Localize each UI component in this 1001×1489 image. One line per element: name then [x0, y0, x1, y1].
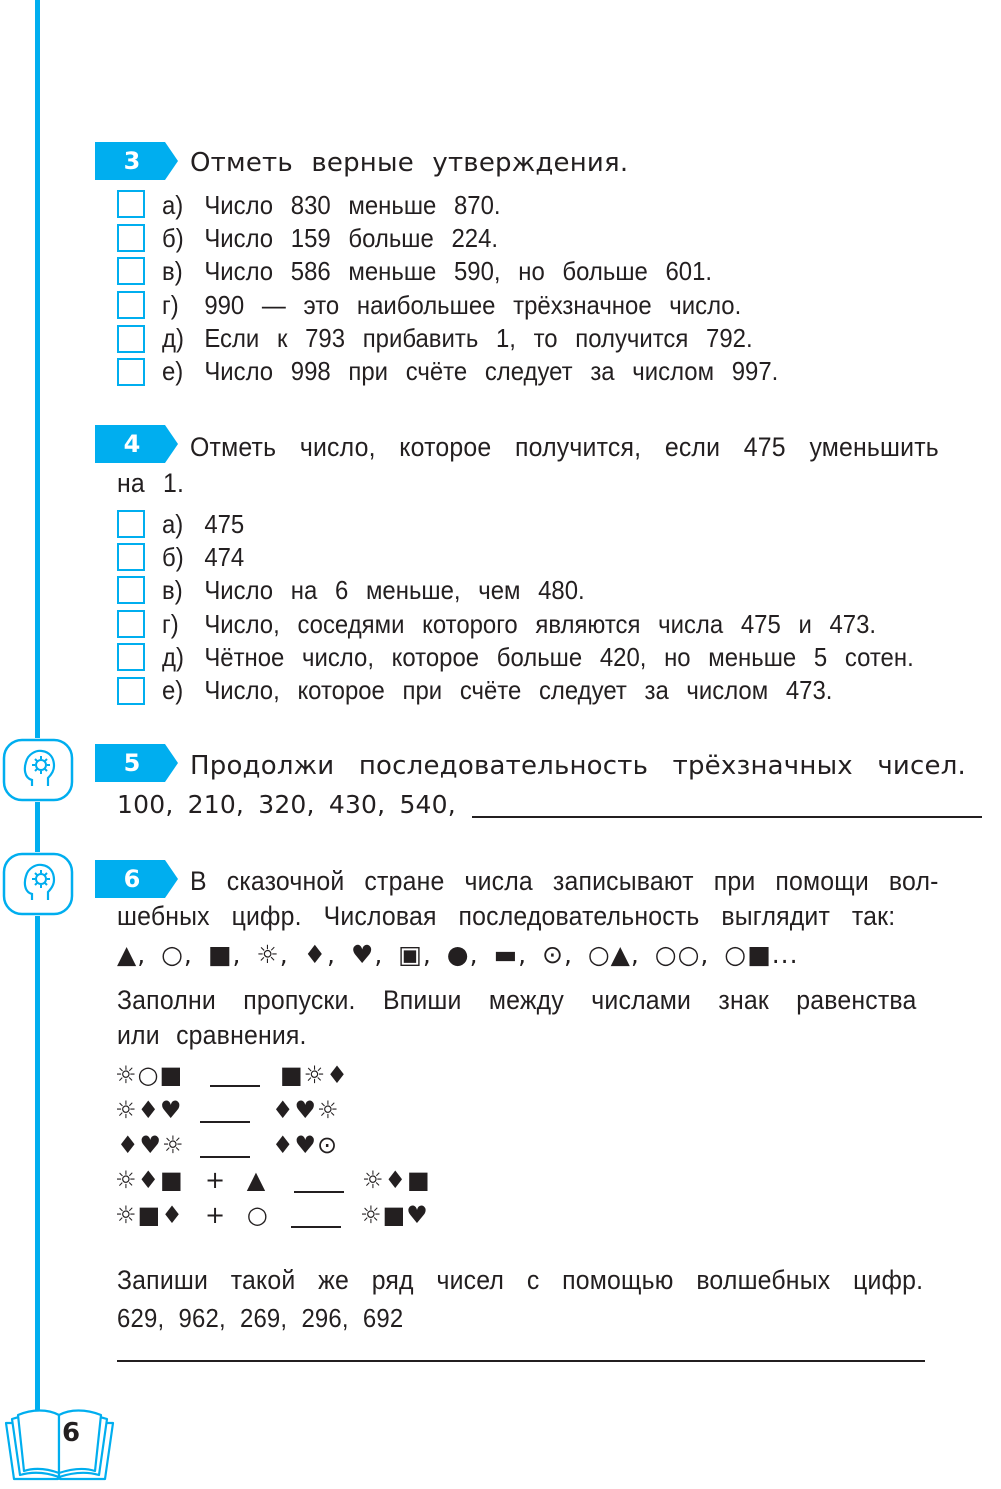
checkbox[interactable]	[117, 190, 145, 218]
option: д) Чётное число, которое больше 420, но м…	[162, 642, 914, 672]
checkbox[interactable]	[117, 643, 145, 671]
option: е) Число 998 при счёте следует за числом …	[162, 356, 779, 386]
comparison-left: ☼♦■	[115, 1166, 184, 1194]
comparison-right: ■☼♦	[280, 1061, 349, 1089]
comparison-right: ♦♥⊙	[272, 1131, 339, 1159]
task-title: Продолжи последовательность трёхзначных …	[190, 751, 966, 781]
write-instruction: Запиши такой же ряд чисел с помощью волш…	[117, 1265, 924, 1295]
answer-line[interactable]	[117, 1360, 925, 1362]
book-icon	[2, 1405, 117, 1483]
option: д) Если к 793 прибавить 1, то получится 7…	[162, 323, 753, 353]
checkbox[interactable]	[117, 224, 145, 252]
number-sequence: 100, 210, 320, 430, 540,	[117, 790, 456, 819]
comparison-right: ☼■♥	[360, 1201, 429, 1229]
comparison-right: ☼♦■	[362, 1166, 431, 1194]
page-number: 6	[62, 1418, 81, 1448]
task-title-continued: шебных цифр. Числовая последовательность…	[117, 901, 896, 931]
option: а) 475	[162, 509, 245, 539]
option: б) 474	[162, 542, 245, 572]
comparison-right: ♦♥☼	[272, 1096, 340, 1124]
margin-line	[35, 802, 40, 852]
option: б) Число 159 больше 224.	[162, 223, 499, 253]
task-number-badge: 4	[95, 425, 178, 463]
task-number-badge: 6	[95, 860, 178, 898]
task-number-badge: 5	[95, 744, 178, 782]
margin-line	[35, 0, 40, 738]
checkbox[interactable]	[117, 291, 145, 319]
checkbox[interactable]	[117, 543, 145, 571]
numbers-to-encode: 629, 962, 269, 296, 692	[117, 1303, 404, 1333]
magic-digit-sequence: ▲, ○, ■, ☼, ♦, ♥, ▣, ●, ▬, ⊙, ○▲, ○○, ○■…	[117, 940, 799, 969]
margin-line	[35, 916, 40, 1414]
option: а) Число 830 меньше 870.	[162, 190, 501, 220]
comparison-left: ☼♦♥	[115, 1096, 183, 1124]
task-title: Отметь число, которое получится, если 47…	[190, 432, 939, 462]
checkbox[interactable]	[117, 257, 145, 285]
option: г) 990 — это наибольшее трёхзначное число…	[162, 290, 742, 320]
head-gear-icon	[2, 738, 74, 802]
checkbox[interactable]	[117, 510, 145, 538]
option: в) Число 586 меньше 590, но больше 601.	[162, 256, 713, 286]
head-gear-icon	[2, 852, 74, 916]
checkbox[interactable]	[117, 325, 145, 353]
comparison-answer-blank[interactable]	[294, 1191, 344, 1193]
option: е) Число, которое при счёте следует за чи…	[162, 675, 833, 705]
instruction: Заполни пропуски. Впиши между числами зн…	[117, 985, 917, 1015]
task-title-continued: на 1.	[117, 468, 185, 498]
task-title: В сказочной стране числа записывают при …	[190, 866, 939, 896]
comparison-left: ☼■♦	[115, 1201, 184, 1229]
comparison-answer-blank[interactable]	[200, 1156, 250, 1158]
comparison-answer-blank[interactable]	[210, 1085, 260, 1087]
option: г) Число, соседями которого являются числ…	[162, 609, 877, 639]
checkbox[interactable]	[117, 610, 145, 638]
checkbox[interactable]	[117, 576, 145, 604]
task-title: Отметь верные утверждения.	[190, 148, 629, 178]
comparison-answer-blank[interactable]	[200, 1121, 250, 1123]
comparison-answer-blank[interactable]	[291, 1226, 341, 1228]
task-number-badge: 3	[95, 142, 178, 180]
instruction-continued: или сравнения.	[117, 1020, 307, 1050]
comparison-operand: + ○	[205, 1201, 269, 1229]
comparison-left: ♦♥☼	[117, 1131, 185, 1159]
answer-line[interactable]	[472, 816, 982, 818]
checkbox[interactable]	[117, 358, 145, 386]
comparison-left: ☼○■	[115, 1061, 184, 1089]
checkbox[interactable]	[117, 677, 145, 705]
option: в) Число на 6 меньше, чем 480.	[162, 575, 585, 605]
comparison-operand: + ▲	[205, 1166, 267, 1194]
